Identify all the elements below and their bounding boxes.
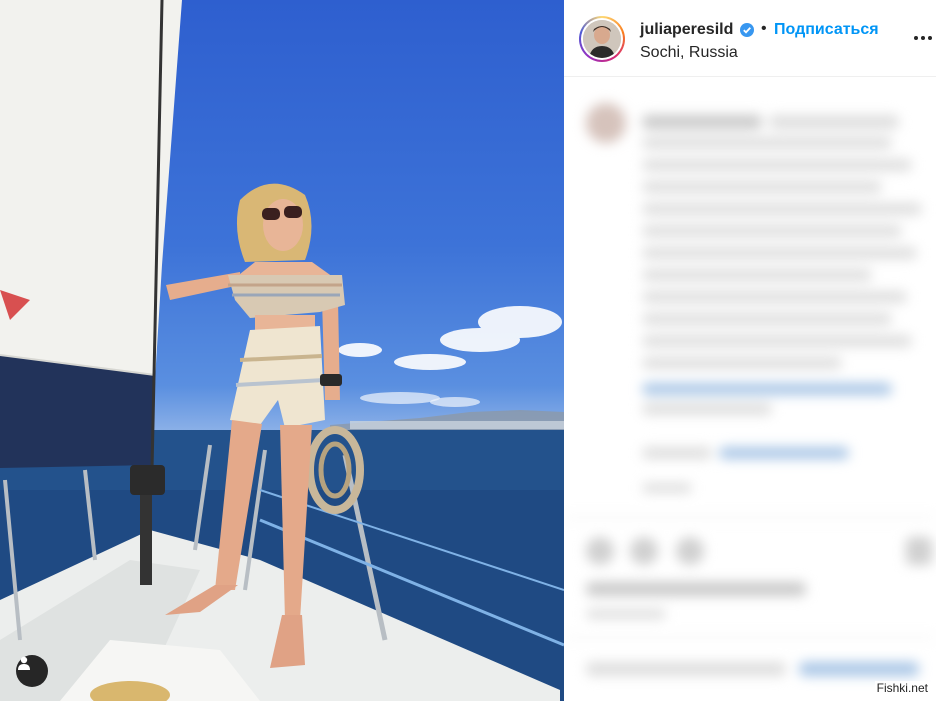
user-tag-icon [18,656,30,670]
watermark: Fishki.net [874,681,930,695]
post-photo[interactable] [0,0,564,701]
post-side-panel: juliaperesild • Подписаться Sochi, Russi… [564,0,936,701]
more-options-icon[interactable] [914,28,936,48]
separator-dot: • [761,20,767,37]
username-link[interactable]: juliaperesild [640,21,733,39]
post-header: juliaperesild • Подписаться Sochi, Russi… [564,0,936,77]
avatar-image [583,20,621,58]
tagged-users-button[interactable] [16,655,48,687]
avatar[interactable] [583,20,621,58]
follow-button[interactable]: Подписаться [774,21,879,39]
story-ring[interactable] [579,16,625,62]
location-link[interactable]: Sochi, Russia [640,44,738,62]
blurred-comments-area [564,77,936,701]
verified-badge-icon [740,23,754,37]
photo-illustration [0,0,564,701]
instagram-post-view: juliaperesild • Подписаться Sochi, Russi… [0,0,936,701]
comment-avatar [586,103,626,143]
